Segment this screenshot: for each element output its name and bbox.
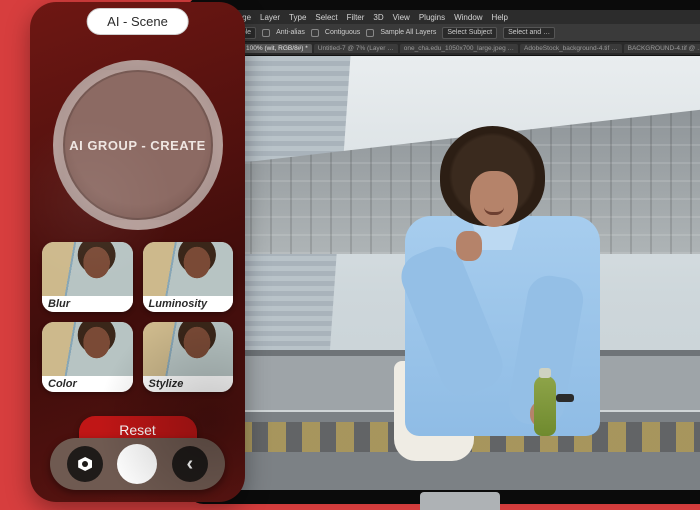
sample-all-label: Sample All Layers (380, 29, 436, 36)
photo-left-hand (456, 231, 482, 261)
photo-face (470, 171, 518, 227)
select-and-button[interactable]: Select and … (503, 27, 555, 39)
chevron-left-icon: ‹ (186, 453, 193, 476)
tab-image-4[interactable]: BACKGROUND-4.tif @ … (624, 44, 700, 53)
tile-color-thumb (42, 322, 133, 376)
monitor-stand (420, 492, 500, 510)
menu-help[interactable]: Help (492, 13, 508, 22)
tile-color-label: Color (42, 376, 133, 392)
app-title-pill: AI - Scene (86, 8, 189, 35)
desktop-monitor: Edit Image Layer Type Select Filter 3D V… (200, 10, 700, 490)
photo-person (390, 126, 610, 456)
tile-stylize[interactable]: Stylize (143, 322, 234, 392)
menu-filter[interactable]: Filter (347, 13, 365, 22)
app-title: AI - Scene (107, 14, 168, 29)
dock-shutter-button[interactable] (117, 444, 157, 484)
photoshop-canvas[interactable] (200, 56, 700, 490)
hero-create-button[interactable]: AI GROUP - CREATE (53, 60, 223, 230)
photo-watch (556, 394, 574, 402)
anti-alias-label: Anti-alias (276, 29, 305, 36)
anti-alias-checkbox[interactable] (262, 29, 270, 37)
tile-stylize-thumb (143, 322, 234, 376)
tile-stylize-label: Stylize (143, 376, 234, 392)
tab-untitled-7[interactable]: Untitled-7 @ 7% (Layer … (314, 44, 398, 53)
photoshop-document-tabs: Untitled-1 @ 100% (wit, RGB/8#) * Untitl… (200, 42, 700, 56)
select-subject-button[interactable]: Select Subject (442, 27, 497, 39)
tile-luminosity-thumb (143, 242, 234, 296)
tile-blur[interactable]: Blur (42, 242, 133, 312)
tile-blur-thumb (42, 242, 133, 296)
menu-view[interactable]: View (393, 13, 410, 22)
contiguous-checkbox[interactable] (311, 29, 319, 37)
photo-smile (484, 207, 504, 215)
contiguous-label: Contiguous (325, 29, 360, 36)
photoshop-options-bar: Auto Sample Anti-alias Contiguous Sample… (200, 24, 700, 42)
menu-type[interactable]: Type (289, 13, 306, 22)
canvas-photo (200, 56, 700, 490)
bottom-dock: ‹ (50, 438, 225, 490)
menu-layer[interactable]: Layer (260, 13, 280, 22)
tile-luminosity[interactable]: Luminosity (143, 242, 234, 312)
reset-button-label: Reset (119, 422, 156, 438)
tile-blur-label: Blur (42, 296, 133, 312)
settings-icon (78, 457, 92, 471)
menu-window[interactable]: Window (454, 13, 482, 22)
tile-color[interactable]: Color (42, 322, 133, 392)
sample-all-checkbox[interactable] (366, 29, 374, 37)
menu-plugins[interactable]: Plugins (419, 13, 445, 22)
effect-tiles: Blur Luminosity Color Stylize (42, 242, 233, 392)
tab-image-3[interactable]: AdobeStock_background-4.tif … (520, 44, 622, 53)
menu-select[interactable]: Select (315, 13, 337, 22)
photo-bottle (534, 376, 556, 436)
photoshop-menubar: Edit Image Layer Type Select Filter 3D V… (200, 10, 700, 24)
menu-3d[interactable]: 3D (373, 13, 383, 22)
phone-frame: AI - Scene AI GROUP - CREATE Blur Lumino… (30, 2, 245, 502)
tab-image-2[interactable]: one_cha.edu_1050x700_large.jpeg … (400, 44, 518, 53)
tile-luminosity-label: Luminosity (143, 296, 234, 312)
dock-back-button[interactable]: ‹ (172, 446, 208, 482)
dock-settings-button[interactable] (67, 446, 103, 482)
hero-create-label: AI GROUP - CREATE (69, 138, 206, 153)
